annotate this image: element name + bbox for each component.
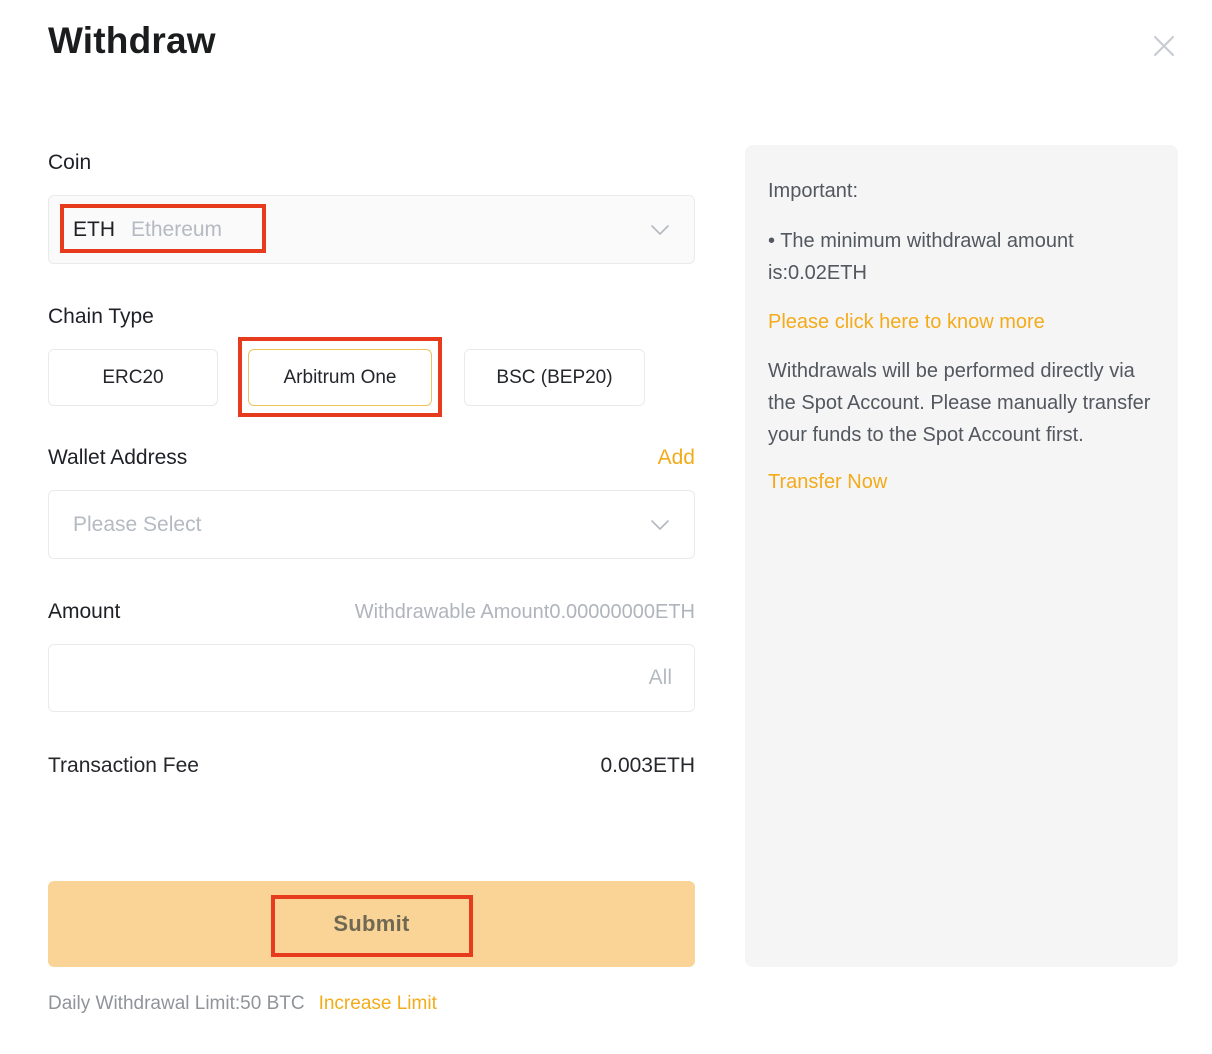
spot-account-note: Withdrawals will be performed directly v…	[768, 355, 1155, 451]
transaction-fee-value: 0.003ETH	[600, 754, 695, 778]
add-address-link[interactable]: Add	[658, 446, 695, 470]
withdraw-dialog: Withdraw Coin ETH Ethereum Chain Type ER…	[0, 0, 1212, 1054]
page-title: Withdraw	[48, 20, 216, 62]
chain-option-bsc-bep20[interactable]: BSC (BEP20)	[464, 349, 645, 406]
daily-withdrawal-limit-text: Daily Withdrawal Limit:50 BTC	[48, 993, 305, 1015]
coin-symbol: ETH	[73, 218, 115, 242]
transfer-now-link[interactable]: Transfer Now	[768, 466, 1155, 498]
submit-button[interactable]: Submit	[48, 881, 695, 967]
chain-option-erc20[interactable]: ERC20	[48, 349, 218, 406]
coin-select[interactable]: ETH Ethereum	[48, 195, 695, 264]
chain-option-arbitrum-one[interactable]: Arbitrum One	[248, 349, 432, 406]
amount-label: Amount	[48, 600, 120, 624]
coin-label: Coin	[48, 151, 91, 175]
wallet-address-placeholder: Please Select	[73, 513, 201, 537]
transaction-fee-label: Transaction Fee	[48, 754, 199, 778]
close-button[interactable]	[1146, 28, 1182, 64]
wallet-address-label: Wallet Address	[48, 446, 187, 470]
wallet-address-select[interactable]: Please Select	[48, 490, 695, 559]
close-icon	[1150, 32, 1178, 60]
important-info-panel: Important: • The minimum withdrawal amou…	[745, 145, 1178, 967]
amount-all-button[interactable]: All	[649, 666, 672, 690]
amount-field[interactable]: All	[48, 644, 695, 712]
withdrawable-amount-hint: Withdrawable Amount0.00000000ETH	[355, 601, 695, 624]
chain-type-label: Chain Type	[48, 305, 154, 329]
amount-input[interactable]	[71, 645, 649, 711]
chevron-down-icon	[650, 224, 670, 236]
increase-limit-link[interactable]: Increase Limit	[319, 993, 437, 1015]
coin-name: Ethereum	[131, 218, 222, 242]
chevron-down-icon	[650, 519, 670, 531]
know-more-link[interactable]: Please click here to know more	[768, 306, 1155, 338]
minimum-withdrawal-note: • The minimum withdrawal amount is:0.02E…	[768, 225, 1155, 289]
important-heading: Important:	[768, 175, 1155, 207]
